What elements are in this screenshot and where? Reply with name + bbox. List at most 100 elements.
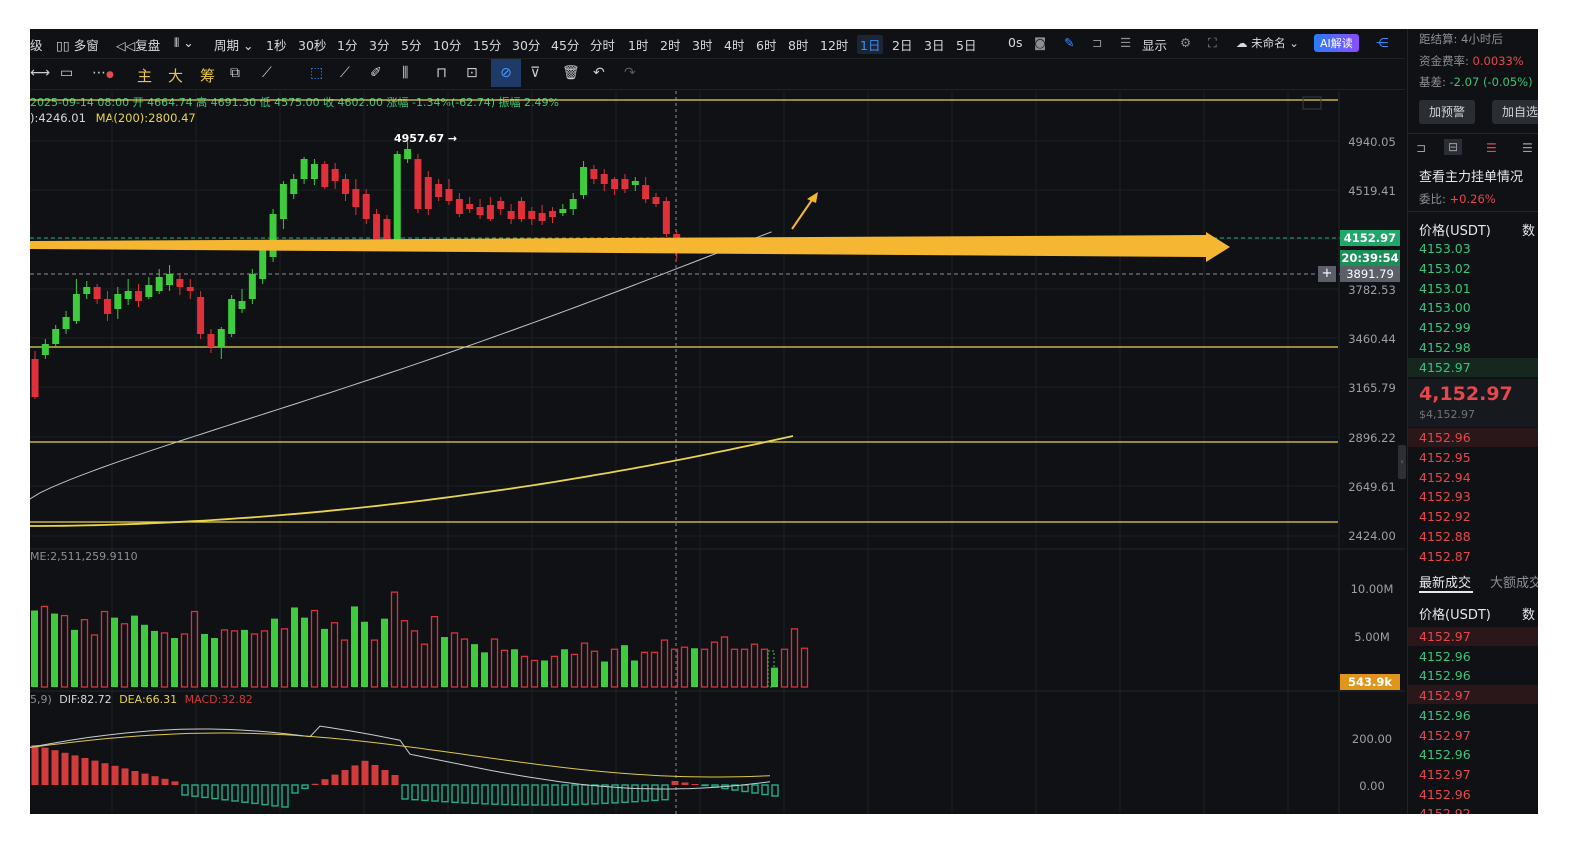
candle: [166, 274, 174, 285]
bid-level[interactable]: 4152.95: [1419, 450, 1471, 465]
volume-bar: [80, 619, 89, 688]
macd-hist-bar: [161, 778, 169, 785]
macd-hist-bar: [441, 784, 449, 803]
volume-bar: [740, 648, 749, 688]
ask-level[interactable]: 4153.02: [1419, 261, 1471, 276]
volume-bar: [720, 636, 729, 688]
bid-level[interactable]: 4152.88: [1419, 529, 1471, 544]
ask-level[interactable]: 4153.03: [1419, 241, 1471, 256]
macd-hist-bar: [101, 763, 109, 785]
macd-hist-bar: [771, 784, 779, 797]
macd-hist-bar: [751, 784, 759, 794]
volume-bar: [760, 648, 769, 688]
axis-tick: 2649.61: [1348, 480, 1396, 494]
basis-row: 基差: -2.07 (-0.05%): [1419, 75, 1533, 89]
volume-bar: [670, 648, 679, 688]
volume-bar: [230, 630, 239, 688]
macd-hist-bar: [421, 784, 429, 802]
macd-hist-bar: [311, 783, 319, 785]
ask-level[interactable]: 4153.01: [1419, 281, 1471, 296]
macd-hist-bar: [181, 784, 189, 796]
bid-level[interactable]: 4152.96: [1419, 430, 1471, 445]
macd-hist-bar: [271, 784, 279, 807]
axis-tick: 3460.44: [1348, 332, 1396, 346]
candle: [455, 199, 463, 214]
volume-bar: [370, 639, 379, 688]
orderbook-toggle-icon[interactable]: ⊐: [1416, 141, 1426, 155]
macd-hist-bar: [251, 784, 259, 805]
macd-hist-bar: [191, 784, 199, 797]
candle: [72, 294, 80, 321]
orderbook-both-icon[interactable]: ⊟: [1444, 139, 1463, 155]
volume-bar: [280, 628, 289, 688]
moving-averages: [30, 231, 794, 527]
candle: [62, 317, 70, 329]
macd-hist-bar: [221, 784, 229, 801]
volume-bar: [151, 630, 158, 687]
volume-bar: [570, 653, 579, 688]
candle: [103, 299, 111, 314]
macd-hist-bar: [661, 784, 669, 801]
macd-hist-bar: [591, 784, 599, 805]
ask-level[interactable]: 4152.99: [1419, 320, 1471, 335]
candle: [362, 194, 370, 219]
large-trades-tab[interactable]: 大额成交: [1490, 572, 1538, 591]
volume-bar: [111, 617, 118, 687]
volume-bar: [180, 633, 189, 688]
bid-level[interactable]: 4152.93: [1419, 489, 1471, 504]
volume-bar: [601, 661, 608, 687]
macd-hist-bar: [691, 784, 699, 785]
macd-legend: 5,9) DIF:82.72 DEA:66.31 MACD:32.82: [30, 693, 253, 706]
candle: [83, 287, 91, 294]
bid-level[interactable]: 4152.92: [1419, 509, 1471, 524]
volume-bar: [211, 638, 218, 687]
volume-bar: [420, 643, 429, 688]
trade-row: 4152.97: [1419, 766, 1471, 782]
volume-bar: [330, 622, 339, 688]
volume-bar: [241, 629, 248, 687]
ratio-row: 委比: +0.26%: [1419, 192, 1496, 206]
volume-bar: [511, 649, 518, 687]
up-arrow-head: [807, 192, 818, 203]
add-favorite-button[interactable]: 加自选: [1492, 100, 1538, 124]
macd-hist-bar: [241, 784, 249, 803]
volume-bar: [51, 613, 58, 687]
ask-level[interactable]: 4153.00: [1419, 300, 1471, 315]
volume-bar: [490, 638, 499, 688]
candle: [248, 274, 256, 299]
candle: [528, 211, 536, 219]
volume-bar: [40, 605, 49, 688]
trade-row: 4152.96: [1419, 648, 1471, 664]
volume-bar: [481, 652, 488, 687]
bid-level[interactable]: 4152.94: [1419, 470, 1471, 485]
macd-hist-bar: [741, 784, 749, 793]
volume-bar: [90, 634, 99, 688]
volume-bar: [141, 624, 148, 687]
macd-hist-bar: [261, 784, 269, 806]
volume-bar: [171, 638, 178, 687]
add-level-icon[interactable]: +: [1318, 266, 1336, 282]
orderbook-title[interactable]: 查看主力挂单情况: [1419, 166, 1523, 185]
macd-hist-bar: [151, 776, 159, 785]
add-alert-button[interactable]: 加预警: [1419, 100, 1475, 124]
latest-trades-tab[interactable]: 最新成交: [1419, 572, 1471, 591]
bid-level[interactable]: 4152.87: [1419, 549, 1471, 564]
up-arrow-drawing: [791, 196, 815, 230]
macd-hist-bar: [131, 771, 139, 785]
candle: [31, 359, 39, 397]
candle: [93, 287, 101, 299]
macd-hist-bar: [551, 784, 559, 806]
candle: [197, 297, 205, 334]
panel-collapse-handle[interactable]: ‹: [1398, 445, 1406, 479]
ask-level[interactable]: 4152.98: [1419, 340, 1471, 355]
candle: [538, 213, 546, 221]
candle: [228, 299, 236, 334]
macd-hist-bar: [411, 784, 419, 801]
last-price-tag: 4152.97: [1340, 230, 1400, 246]
ask-level[interactable]: 4152.97: [1419, 360, 1471, 375]
orderbook-bids-icon[interactable]: ☰: [1522, 141, 1533, 155]
volume-bar: [550, 655, 559, 688]
dea-value: DEA:66.31: [119, 693, 178, 706]
orderbook-asks-icon[interactable]: ☰: [1486, 141, 1497, 155]
volume-bar: [610, 648, 619, 688]
